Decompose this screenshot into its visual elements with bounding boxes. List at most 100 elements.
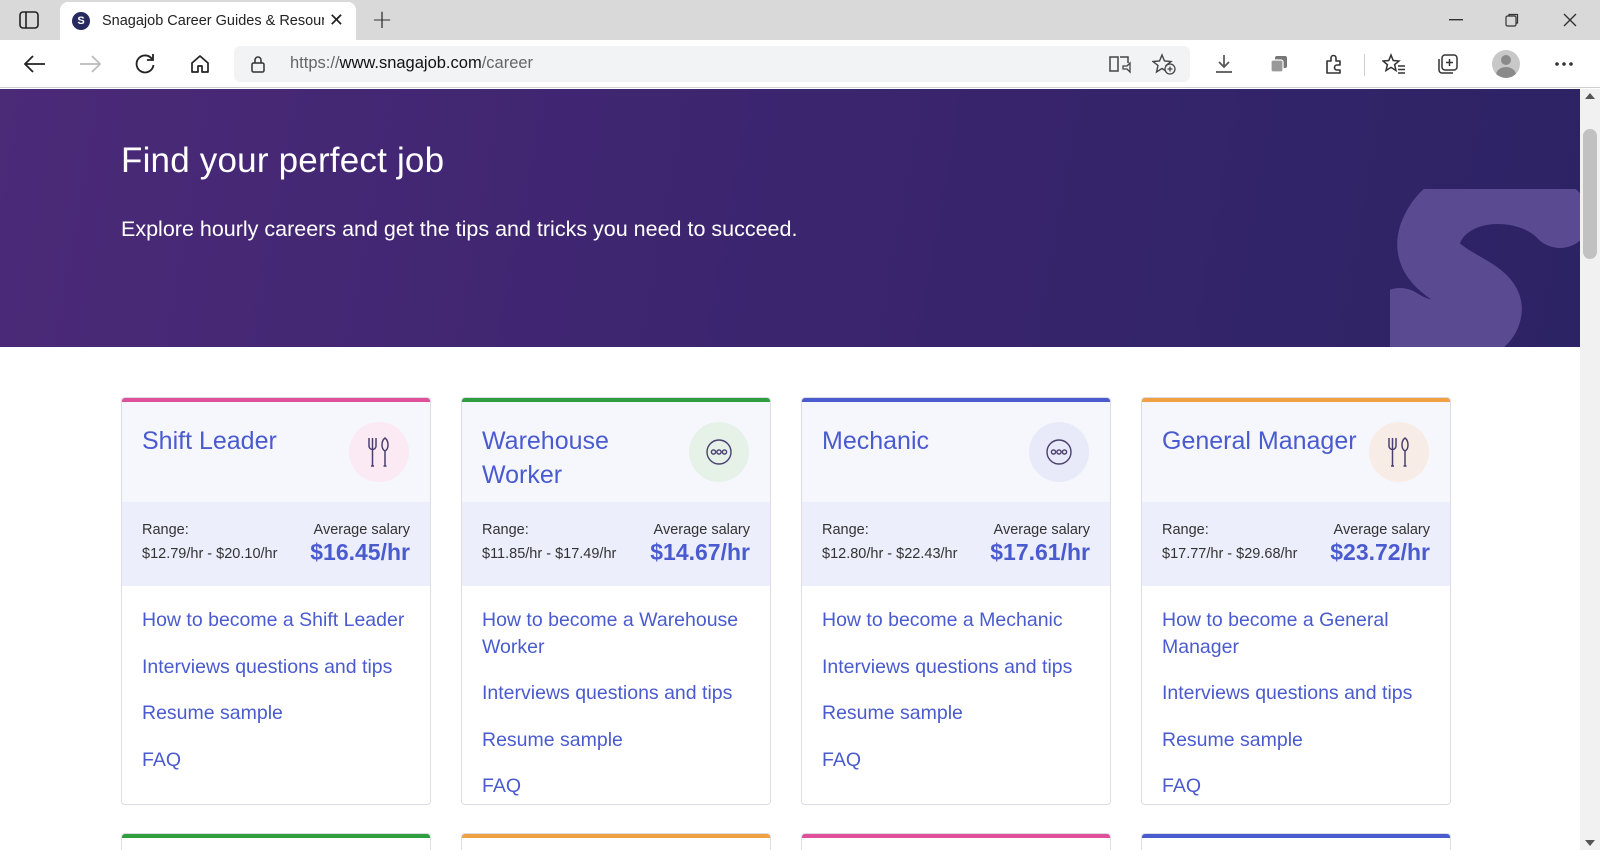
snagajob-favicon-icon: S (72, 12, 90, 30)
faq-link[interactable]: FAQ (482, 773, 757, 800)
range-value: $12.80/hr - $22.43/hr (822, 546, 958, 562)
tab-actions-icon[interactable] (14, 8, 44, 32)
card-pay-info: Range: $11.85/hr - $17.49/hr Average sal… (462, 502, 770, 586)
collections-stack-icon[interactable] (1263, 48, 1295, 80)
scroll-thumb[interactable] (1583, 129, 1597, 259)
url-path: /career (481, 54, 534, 72)
career-card-next-row (121, 833, 431, 850)
fork-knife-icon (1369, 422, 1429, 482)
card-links: How to become a Warehouse Worker Intervi… (482, 607, 757, 804)
card-accent-bar (1142, 834, 1450, 838)
profile-avatar[interactable] (1492, 50, 1520, 78)
resume-sample-link[interactable]: Resume sample (822, 700, 1097, 727)
close-window-icon[interactable] (1548, 6, 1592, 34)
interview-tips-link[interactable]: Interviews questions and tips (142, 654, 417, 681)
tab-strip: S Snagajob Career Guides & Resources ✕ + (0, 0, 1600, 40)
card-links: How to become a Shift Leader Interviews … (142, 607, 417, 793)
new-tab-icon[interactable]: + (368, 5, 396, 35)
address-bar[interactable]: https://www.snagajob.com/career (234, 46, 1190, 82)
how-to-become-link[interactable]: How to become a Shift Leader (142, 607, 417, 634)
card-accent-bar (122, 834, 430, 838)
card-title[interactable]: Shift Leader (142, 424, 347, 458)
interview-tips-link[interactable]: Interviews questions and tips (822, 654, 1097, 681)
page-viewport: Find your perfect job Explore hourly car… (0, 89, 1580, 850)
hero-banner: Find your perfect job Explore hourly car… (0, 89, 1580, 347)
career-card-next-row (461, 833, 771, 850)
card-header: Shift Leader (122, 402, 430, 502)
resume-sample-link[interactable]: Resume sample (142, 700, 417, 727)
card-pay-info: Range: $12.80/hr - $22.43/hr Average sal… (802, 502, 1110, 586)
collections-icon[interactable] (1432, 48, 1464, 80)
immersive-reader-icon[interactable] (1106, 51, 1134, 77)
tab-close-icon[interactable]: ✕ (329, 12, 344, 30)
interview-tips-link[interactable]: Interviews questions and tips (482, 680, 757, 707)
range-label: Range: (142, 522, 189, 538)
home-icon[interactable] (184, 48, 216, 80)
scroll-up-icon[interactable] (1585, 93, 1595, 99)
browser-tab-active[interactable]: S Snagajob Career Guides & Resources ✕ (60, 2, 356, 40)
how-to-become-link[interactable]: How to become a General Manager (1162, 607, 1437, 660)
faq-link[interactable]: FAQ (822, 747, 1097, 774)
average-salary-value: $16.45/hr (310, 539, 410, 565)
card-accent-bar (802, 834, 1110, 838)
career-card: General Manager Range: $17.77/hr - $29.6… (1141, 397, 1451, 805)
average-salary-label: Average salary (993, 522, 1090, 538)
card-header: General Manager (1142, 402, 1450, 502)
toolbar-divider (1364, 54, 1365, 76)
extensions-icon[interactable] (1318, 48, 1350, 80)
card-accent-bar (462, 834, 770, 838)
average-salary-label: Average salary (313, 522, 410, 538)
card-title[interactable]: Mechanic (822, 424, 1027, 458)
faq-link[interactable]: FAQ (1162, 773, 1437, 800)
url-text[interactable]: https://www.snagajob.com/career (290, 54, 533, 73)
average-salary-value: $17.61/hr (990, 539, 1090, 565)
favorites-icon[interactable] (1378, 48, 1410, 80)
card-header: Warehouse Worker (462, 402, 770, 502)
card-pay-info: Range: $17.77/hr - $29.68/hr Average sal… (1142, 502, 1450, 586)
average-salary-label: Average salary (653, 522, 750, 538)
career-card-next-row (801, 833, 1111, 850)
refresh-icon[interactable] (129, 48, 161, 80)
minimize-icon[interactable] (1434, 6, 1478, 34)
ellipsis-icon (689, 422, 749, 482)
range-value: $11.85/hr - $17.49/hr (482, 546, 617, 562)
hero-subtitle: Explore hourly careers and get the tips … (121, 217, 798, 241)
resume-sample-link[interactable]: Resume sample (1162, 727, 1437, 754)
how-to-become-link[interactable]: How to become a Warehouse Worker (482, 607, 757, 660)
range-label: Range: (1162, 522, 1209, 538)
average-salary-value: $14.67/hr (650, 539, 750, 565)
fork-knife-icon (349, 422, 409, 482)
more-options-icon[interactable] (1548, 48, 1580, 80)
resume-sample-link[interactable]: Resume sample (482, 727, 757, 754)
browser-toolbar: https://www.snagajob.com/career (0, 40, 1600, 88)
interview-tips-link[interactable]: Interviews questions and tips (1162, 680, 1437, 707)
back-icon[interactable] (19, 48, 51, 80)
forward-icon[interactable] (74, 48, 106, 80)
ellipsis-icon (1029, 422, 1089, 482)
url-scheme: https:// (290, 54, 340, 72)
url-host: www.snagajob.com (339, 54, 482, 72)
average-salary-label: Average salary (1333, 522, 1430, 538)
career-card: Warehouse Worker Range: $11.85/hr - $17.… (461, 397, 771, 805)
faq-link[interactable]: FAQ (142, 747, 417, 774)
range-value: $12.79/hr - $20.10/hr (142, 546, 278, 562)
tab-title: Snagajob Career Guides & Resources (102, 13, 324, 29)
lock-icon[interactable] (250, 55, 266, 77)
downloads-icon[interactable] (1208, 48, 1240, 80)
restore-icon[interactable] (1490, 6, 1534, 34)
page-scrollbar[interactable] (1580, 89, 1600, 850)
range-value: $17.77/hr - $29.68/hr (1162, 546, 1298, 562)
scroll-down-icon[interactable] (1585, 840, 1595, 846)
snagajob-s-logo-icon (1390, 189, 1580, 347)
career-card-next-row (1141, 833, 1451, 850)
hero-title: Find your perfect job (121, 141, 445, 180)
average-salary-value: $23.72/hr (1330, 539, 1430, 565)
range-label: Range: (482, 522, 529, 538)
card-title[interactable]: General Manager (1162, 424, 1367, 458)
range-label: Range: (822, 522, 869, 538)
add-favorite-icon[interactable] (1150, 51, 1178, 77)
how-to-become-link[interactable]: How to become a Mechanic (822, 607, 1097, 634)
card-links: How to become a Mechanic Interviews ques… (822, 607, 1097, 793)
career-card: Shift Leader Range: $12.79/hr - $20.10/h… (121, 397, 431, 805)
card-title[interactable]: Warehouse Worker (482, 424, 687, 492)
